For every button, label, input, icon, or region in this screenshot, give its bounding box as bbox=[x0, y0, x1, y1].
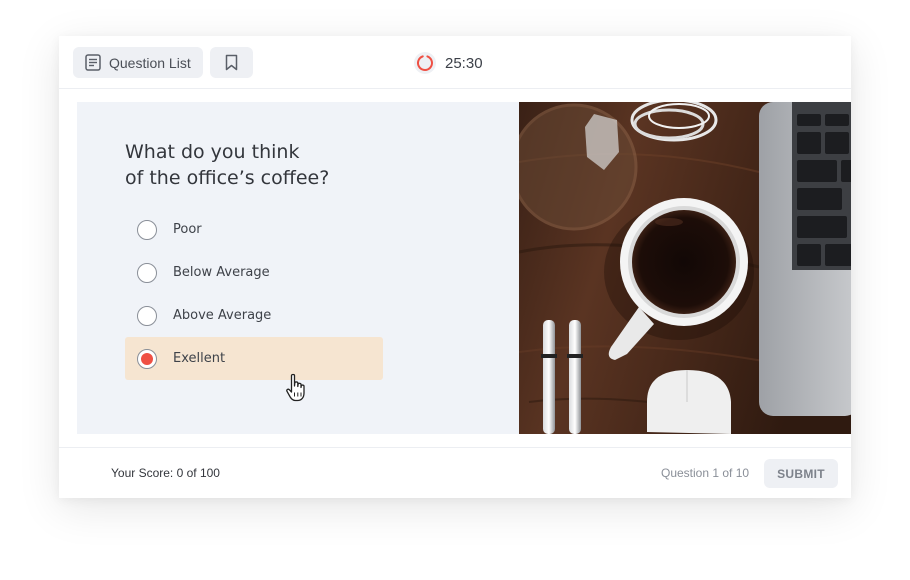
option-above-average[interactable]: Above Average bbox=[125, 294, 383, 337]
option-label: Above Average bbox=[173, 308, 272, 323]
bookmark-icon bbox=[225, 54, 238, 71]
radio-button[interactable] bbox=[137, 305, 157, 326]
timer-ring-icon bbox=[414, 52, 436, 74]
question-progress-text: Question 1 of 10 bbox=[661, 466, 750, 480]
option-label: Poor bbox=[173, 222, 202, 237]
radio-dot bbox=[141, 352, 153, 365]
option-below-average[interactable]: Below Average bbox=[125, 251, 383, 294]
option-label: Exellent bbox=[173, 351, 226, 366]
option-poor[interactable]: Poor bbox=[125, 208, 383, 251]
hand-pointer-icon bbox=[286, 373, 305, 402]
score-text: Your Score: 0 of 100 bbox=[111, 466, 220, 480]
question-title: What do you think of the office’s coffee… bbox=[125, 139, 445, 191]
question-panel: What do you think of the office’s coffee… bbox=[77, 102, 519, 434]
submit-button[interactable]: SUBMIT bbox=[764, 459, 838, 488]
top-bar: Question List 25:30 bbox=[59, 36, 851, 89]
radio-button-selected[interactable] bbox=[137, 348, 157, 369]
option-excellent[interactable]: Exellent bbox=[125, 337, 383, 380]
question-title-line-2: of the office’s coffee? bbox=[125, 167, 330, 189]
bookmark-button[interactable] bbox=[210, 47, 253, 78]
quiz-card: Question List 25:30 What do you think of… bbox=[59, 36, 851, 498]
list-icon bbox=[85, 54, 101, 71]
timer: 25:30 bbox=[413, 51, 483, 75]
radio-button[interactable] bbox=[137, 219, 157, 240]
coffee-desk-photo bbox=[519, 102, 851, 434]
question-list-button[interactable]: Question List bbox=[73, 47, 203, 78]
radio-button[interactable] bbox=[137, 262, 157, 283]
content-area: What do you think of the office’s coffee… bbox=[77, 102, 851, 434]
footer-bar: Your Score: 0 of 100 Question 1 of 10 SU… bbox=[59, 447, 851, 498]
question-title-line-1: What do you think bbox=[125, 141, 300, 163]
option-label: Below Average bbox=[173, 265, 270, 280]
question-list-label: Question List bbox=[109, 54, 191, 71]
timer-text: 25:30 bbox=[445, 54, 483, 72]
